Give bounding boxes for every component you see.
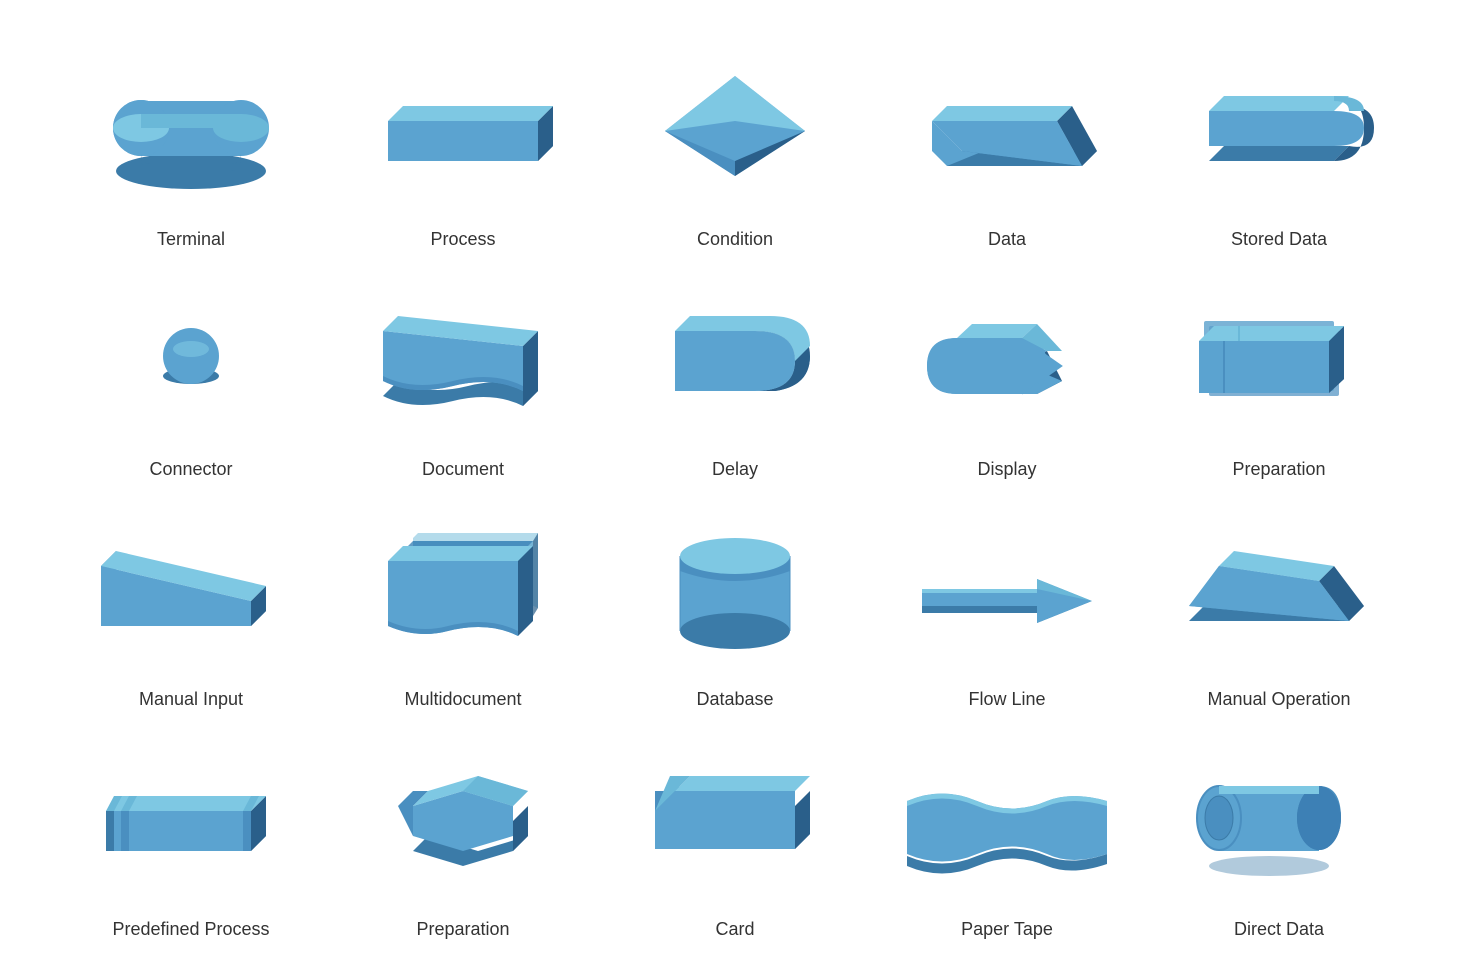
cell-manual-operation: Manual Operation xyxy=(1143,495,1415,715)
shape-direct-data xyxy=(1153,741,1405,901)
shape-condition xyxy=(609,51,861,211)
cell-document: Document xyxy=(327,265,599,485)
label-direct-data: Direct Data xyxy=(1234,919,1324,940)
cell-flow-line: Flow Line xyxy=(871,495,1143,715)
shape-stored-data xyxy=(1153,51,1405,211)
label-connector: Connector xyxy=(149,459,232,480)
label-manual-input: Manual Input xyxy=(139,689,243,710)
label-stored-data: Stored Data xyxy=(1231,229,1327,250)
label-terminal: Terminal xyxy=(157,229,225,250)
cell-terminal: Terminal xyxy=(55,35,327,255)
label-paper-tape: Paper Tape xyxy=(961,919,1053,940)
cell-connector: Connector xyxy=(55,265,327,485)
label-preparation: Preparation xyxy=(1232,459,1325,480)
cell-condition: Condition xyxy=(599,35,871,255)
label-preparation2: Preparation xyxy=(416,919,509,940)
shape-connector xyxy=(65,281,317,441)
shape-multidocument xyxy=(337,511,589,671)
label-multidocument: Multidocument xyxy=(404,689,521,710)
cell-direct-data: Direct Data xyxy=(1143,725,1415,945)
cell-delay: Delay xyxy=(599,265,871,485)
cell-card: Card xyxy=(599,725,871,945)
cell-process: Process xyxy=(327,35,599,255)
label-delay: Delay xyxy=(712,459,758,480)
shape-card xyxy=(609,741,861,901)
shape-preparation xyxy=(1153,281,1405,441)
cell-preparation2: Preparation xyxy=(327,725,599,945)
label-process: Process xyxy=(430,229,495,250)
label-manual-operation: Manual Operation xyxy=(1207,689,1350,710)
label-data: Data xyxy=(988,229,1026,250)
shape-grid: Terminal Process xyxy=(35,5,1435,975)
cell-stored-data: Stored Data xyxy=(1143,35,1415,255)
shape-flow-line xyxy=(881,511,1133,671)
shape-data xyxy=(881,51,1133,211)
cell-paper-tape: Paper Tape xyxy=(871,725,1143,945)
shape-predefined-process xyxy=(65,741,317,901)
cell-preparation: Preparation xyxy=(1143,265,1415,485)
shape-terminal xyxy=(65,51,317,211)
shape-preparation2 xyxy=(337,741,589,901)
label-condition: Condition xyxy=(697,229,773,250)
shape-manual-input xyxy=(65,511,317,671)
shape-delay xyxy=(609,281,861,441)
label-display: Display xyxy=(977,459,1036,480)
shape-manual-operation xyxy=(1153,511,1405,671)
shape-document xyxy=(337,281,589,441)
cell-display: Display xyxy=(871,265,1143,485)
cell-data: Data xyxy=(871,35,1143,255)
label-document: Document xyxy=(422,459,504,480)
label-card: Card xyxy=(715,919,754,940)
label-database: Database xyxy=(696,689,773,710)
shape-process xyxy=(337,51,589,211)
cell-predefined-process: Predefined Process xyxy=(55,725,327,945)
shape-display xyxy=(881,281,1133,441)
label-flow-line: Flow Line xyxy=(968,689,1045,710)
cell-database: Database xyxy=(599,495,871,715)
shape-database xyxy=(609,511,861,671)
shape-paper-tape xyxy=(881,741,1133,901)
label-predefined-process: Predefined Process xyxy=(112,919,269,940)
cell-manual-input: Manual Input xyxy=(55,495,327,715)
cell-multidocument: Multidocument xyxy=(327,495,599,715)
